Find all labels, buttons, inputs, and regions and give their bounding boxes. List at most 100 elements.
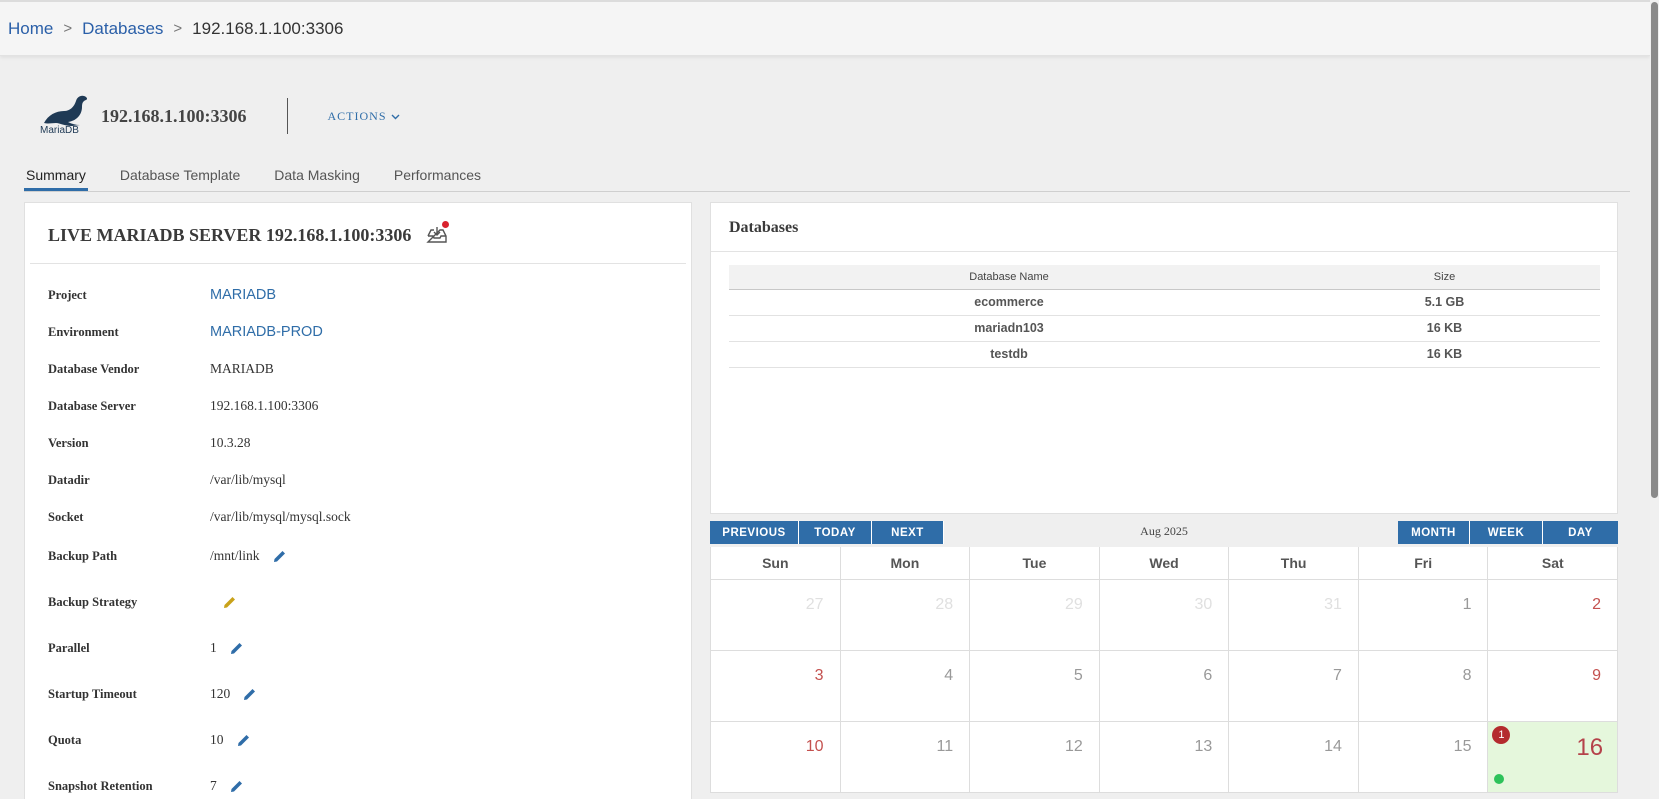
prop-environment: Environment MARIADB-PROD — [48, 320, 323, 344]
tab-bar: Summary Database Template Data Masking P… — [24, 160, 1630, 192]
prop-label: Database Server — [48, 398, 136, 413]
prop-label: Version — [48, 435, 89, 450]
breadcrumb-databases-link[interactable]: Databases — [82, 19, 163, 39]
calendar-day-cell[interactable]: 1 — [1359, 580, 1489, 650]
prop-label: Project — [48, 287, 87, 302]
environment-link[interactable]: MARIADB-PROD — [210, 324, 323, 340]
inbox-download-icon[interactable] — [425, 221, 450, 247]
calendar-toolbar: PREVIOUS TODAY NEXT Aug 2025 MONTH WEEK … — [710, 519, 1618, 544]
calendar-day-cell[interactable]: 5 — [970, 651, 1100, 721]
table-row[interactable]: ecommerce 5.1 GB — [729, 289, 1600, 316]
calendar-day-button[interactable]: DAY — [1543, 521, 1618, 544]
actions-label: ACTIONS — [327, 108, 387, 123]
calendar-day-cell[interactable]: 10 — [711, 722, 841, 792]
calendar-today-cell[interactable]: 1 16 — [1488, 722, 1619, 792]
sea-lion-icon — [44, 95, 88, 126]
edit-parallel-pencil-icon[interactable] — [229, 641, 244, 656]
calendar-day-cell[interactable]: 4 — [841, 651, 971, 721]
mariadb-logo: MariaDB — [40, 93, 92, 139]
calendar-day-cell[interactable]: 3 — [711, 651, 841, 721]
calendar-day-cell[interactable]: 14 — [1229, 722, 1359, 792]
calendar-day-cell[interactable]: 29 — [970, 580, 1100, 650]
day-number: 11 — [936, 738, 954, 755]
calendar-day-cell[interactable]: 30 — [1100, 580, 1230, 650]
divider — [711, 251, 1617, 252]
column-header-database-name[interactable]: Database Name — [729, 265, 1289, 290]
day-number: 15 — [1453, 738, 1472, 755]
scrollbar-thumb[interactable] — [1651, 2, 1658, 498]
calendar-day-cell[interactable]: 2 — [1488, 580, 1619, 650]
weekday-header: Sun Mon Tue Wed Thu Fri Sat — [711, 547, 1619, 580]
edit-startup-timeout-pencil-icon[interactable] — [242, 687, 257, 702]
day-number: 4 — [944, 667, 954, 684]
database-name-cell: testdb — [729, 341, 1289, 368]
prop-label: Snapshot Retention — [48, 778, 153, 793]
prop-label: Environment — [48, 324, 119, 339]
parallel-value: 1 — [210, 640, 217, 655]
calendar-day-cell[interactable]: 7 — [1229, 651, 1359, 721]
vertical-scrollbar[interactable] — [1650, 0, 1659, 799]
calendar-next-button[interactable]: NEXT — [872, 521, 944, 544]
actions-dropdown[interactable]: ACTIONS — [328, 109, 400, 124]
quota-value: 10 — [210, 732, 224, 747]
prop-value: 1 — [210, 640, 244, 656]
edit-snapshot-retention-pencil-icon[interactable] — [229, 779, 244, 794]
event-count-badge[interactable]: 1 — [1492, 726, 1511, 744]
tab-performances[interactable]: Performances — [392, 160, 483, 191]
table-row[interactable]: mariadn103 16 KB — [729, 315, 1600, 342]
calendar-day-cell[interactable]: 13 — [1100, 722, 1230, 792]
event-status-dot[interactable] — [1494, 774, 1505, 784]
server-header: MariaDB 192.168.1.100:3306 ACTIONS — [40, 92, 400, 140]
tab-database-template[interactable]: Database Template — [118, 160, 242, 191]
weekday-label: Sun — [711, 547, 841, 579]
summary-title: LIVE MARIADB SERVER 192.168.1.100:3306 — [48, 221, 450, 247]
day-number: 29 — [1064, 596, 1083, 613]
calendar-grid: Sun Mon Tue Wed Thu Fri Sat 27 28 29 30 … — [710, 547, 1619, 793]
breadcrumb-home-link[interactable]: Home — [8, 19, 53, 39]
calendar-week-row: 3 4 5 6 7 8 9 — [711, 651, 1619, 722]
weekday-label: Tue — [970, 547, 1100, 579]
calendar-day-cell[interactable]: 28 — [841, 580, 971, 650]
calendar-day-cell[interactable]: 11 — [841, 722, 971, 792]
prop-label: Datadir — [48, 472, 90, 487]
day-number: 12 — [1064, 738, 1083, 755]
calendar-day-cell[interactable]: 31 — [1229, 580, 1359, 650]
calendar-previous-button[interactable]: PREVIOUS — [710, 521, 799, 544]
prop-socket: Socket /var/lib/mysql/mysql.sock — [48, 505, 351, 529]
tab-data-masking[interactable]: Data Masking — [272, 160, 362, 191]
calendar-day-cell[interactable]: 15 — [1359, 722, 1489, 792]
calendar-month-button[interactable]: MONTH — [1398, 521, 1470, 544]
breadcrumb-current: 192.168.1.100:3306 — [192, 18, 344, 38]
prop-value: 10 — [210, 732, 251, 748]
table-row[interactable]: testdb 16 KB — [729, 341, 1600, 368]
prop-backup-strategy: Backup Strategy — [48, 590, 237, 614]
edit-backup-path-pencil-icon[interactable] — [272, 549, 287, 564]
column-header-size[interactable]: Size — [1289, 265, 1600, 290]
header-divider — [286, 98, 288, 134]
calendar-day-cell[interactable]: 6 — [1100, 651, 1230, 721]
prop-label: Backup Strategy — [48, 594, 138, 609]
calendar-week-button[interactable]: WEEK — [1470, 521, 1543, 544]
tab-summary[interactable]: Summary — [24, 160, 88, 191]
database-name-cell: mariadn103 — [729, 315, 1289, 342]
calendar-day-cell[interactable]: 8 — [1359, 651, 1489, 721]
day-number: 31 — [1324, 596, 1342, 613]
calendar-day-cell[interactable]: 12 — [970, 722, 1100, 792]
prop-version: Version 10.3.28 — [48, 431, 251, 455]
day-number: 2 — [1592, 596, 1602, 613]
calendar-day-cell[interactable]: 9 — [1488, 651, 1619, 721]
calendar-today-button[interactable]: TODAY — [799, 521, 872, 544]
edit-quota-pencil-icon[interactable] — [236, 733, 251, 748]
database-size-cell: 16 KB — [1289, 341, 1600, 368]
prop-snapshot-retention: Snapshot Retention 7 — [48, 774, 244, 798]
calendar-day-cell[interactable]: 27 — [711, 580, 841, 650]
summary-panel: LIVE MARIADB SERVER 192.168.1.100:3306 P… — [24, 202, 692, 799]
prop-label: Parallel — [48, 640, 90, 655]
day-number: 1 — [1462, 596, 1472, 613]
prop-value: /var/lib/mysql/mysql.sock — [210, 509, 351, 524]
edit-backup-strategy-pencil-icon[interactable] — [222, 595, 237, 610]
prop-startup-timeout: Startup Timeout 120 — [48, 682, 257, 706]
prop-value: 192.168.1.100:3306 — [210, 398, 319, 413]
project-link[interactable]: MARIADB — [210, 287, 276, 303]
databases-table: Database Name Size ecommerce 5.1 GB mari… — [729, 265, 1600, 368]
